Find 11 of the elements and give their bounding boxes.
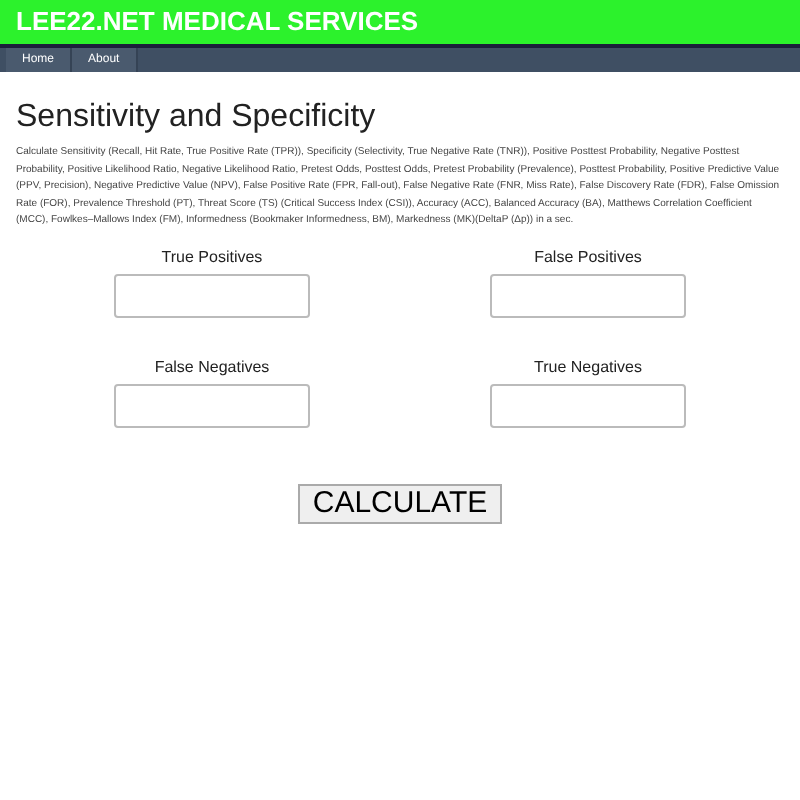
- calculate-button[interactable]: CALCULATE: [298, 483, 502, 523]
- field-label: False Positives: [534, 247, 642, 267]
- page-title: Sensitivity and Specificity: [16, 98, 378, 138]
- input-field[interactable]: [490, 273, 686, 317]
- site-title: LEE22.NET MEDICAL SERVICES: [16, 4, 419, 41]
- field-label: True Positives: [161, 247, 263, 267]
- input-field[interactable]: [114, 383, 310, 427]
- input-field[interactable]: [114, 273, 310, 317]
- field-label: False Negatives: [154, 357, 270, 377]
- input-field[interactable]: [490, 383, 686, 427]
- field-label: True Negatives: [534, 357, 642, 377]
